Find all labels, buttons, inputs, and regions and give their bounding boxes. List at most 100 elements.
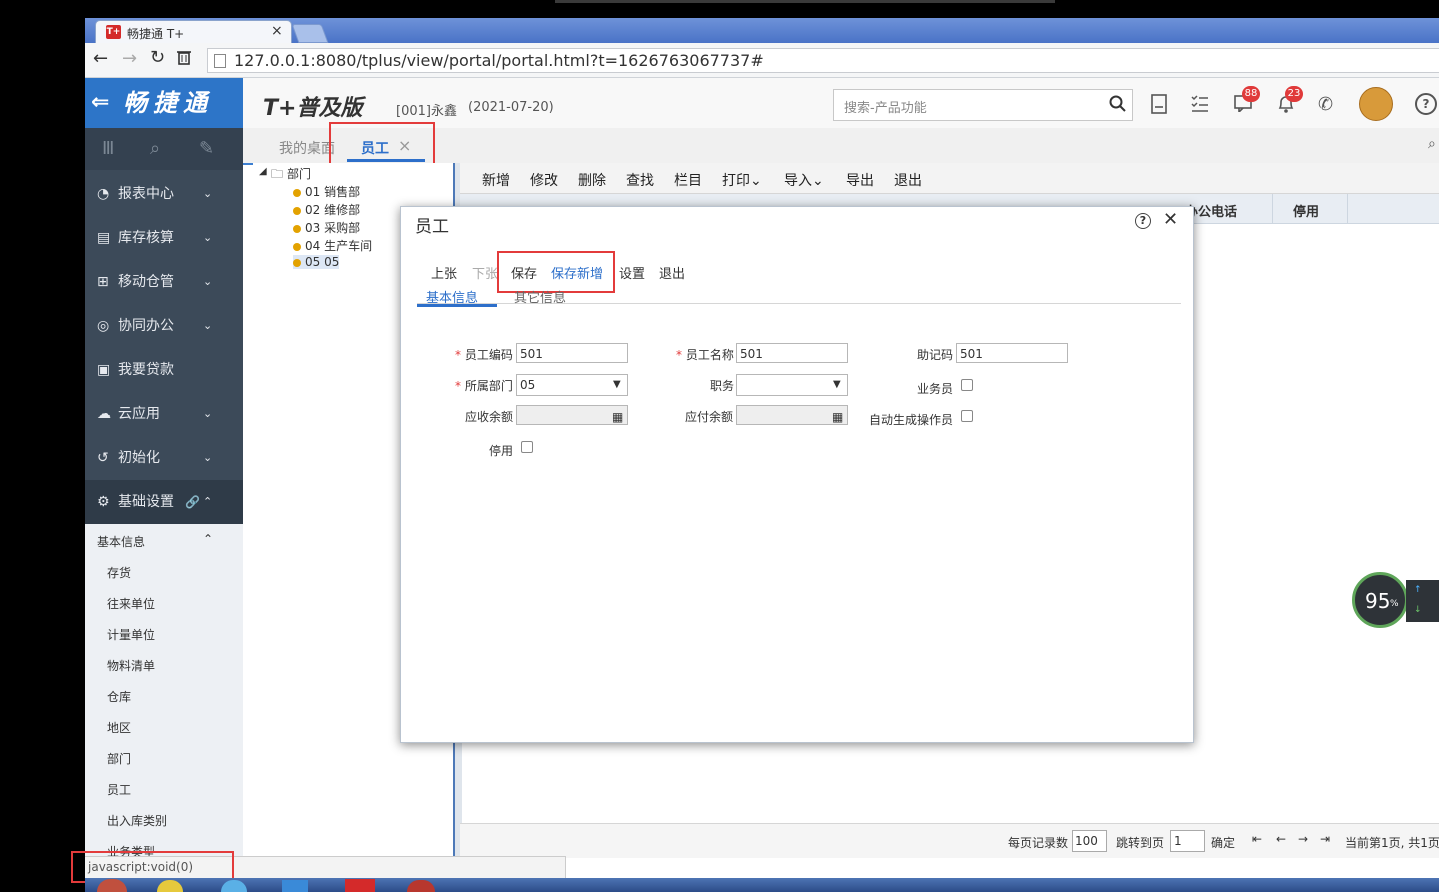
tree-collapse-icon[interactable]: ◢ — [259, 166, 267, 177]
reload-icon[interactable]: ↻ — [150, 47, 165, 68]
sub-item-region[interactable]: 地区 — [107, 719, 131, 736]
delete-button[interactable]: 删除 — [578, 170, 606, 190]
sidebar-item-init[interactable]: ↺ 初始化 ⌄ — [85, 436, 243, 480]
chevron-down-icon: ⌄ — [203, 187, 213, 200]
calculator-icon[interactable] — [1151, 94, 1167, 117]
ie-icon[interactable] — [221, 880, 247, 892]
sidebar-item-collab[interactable]: ◎ 协同办公 ⌄ — [85, 304, 243, 348]
prev-page-icon[interactable]: ← — [1276, 832, 1286, 846]
search-placeholder: 搜索-产品功能 — [844, 101, 927, 116]
salesman-checkbox[interactable] — [961, 379, 973, 391]
group-title[interactable]: 基本信息 — [97, 533, 145, 550]
sidebar-item-cloud[interactable]: ☁ 云应用 ⌄ — [85, 392, 243, 436]
first-page-icon[interactable]: ⇤ — [1252, 832, 1262, 846]
sub-item-stock[interactable]: 存货 — [107, 564, 131, 581]
folder-icon[interactable] — [282, 880, 308, 892]
print-button[interactable]: 打印⌄ — [722, 170, 762, 190]
sub-item-bom[interactable]: 物料清单 — [107, 657, 155, 674]
help-icon[interactable]: ? — [1415, 93, 1437, 115]
columns-button[interactable]: 栏目 — [674, 170, 702, 190]
tree-item[interactable]: 03 采购部 — [293, 219, 360, 236]
tab-home[interactable]: 我的桌面 — [279, 138, 335, 158]
browser-tab-title: 畅捷通 T+ — [127, 27, 185, 41]
close-tab-icon[interactable]: × — [271, 23, 283, 39]
tree-item[interactable]: 04 生产车间 — [293, 237, 372, 254]
account-name[interactable]: [001]永鑫 — [396, 100, 457, 119]
phone-icon[interactable]: ✆ — [1318, 94, 1333, 115]
start-orb-icon[interactable] — [97, 879, 127, 892]
message-badge: 88 — [1242, 86, 1260, 102]
sidebar-item-reports[interactable]: ◔ 报表中心 ⌄ — [85, 172, 243, 216]
calculator-icon[interactable]: ▦ — [612, 407, 623, 427]
find-button[interactable]: 查找 — [626, 170, 654, 190]
position-select[interactable]: ▼ — [736, 374, 848, 396]
next-page-icon[interactable]: → — [1298, 832, 1308, 846]
edit-doc-icon[interactable]: ✎ — [199, 138, 214, 159]
sub-item-employee[interactable]: 员工 — [107, 781, 131, 798]
employee-name-field[interactable]: 501 — [736, 343, 848, 363]
task-list-icon[interactable] — [1191, 94, 1209, 115]
settings-button[interactable]: 设置 — [619, 263, 645, 282]
app-icon[interactable] — [407, 880, 435, 892]
auto-operator-checkbox[interactable] — [961, 410, 973, 422]
goto-input[interactable]: 1 — [1170, 830, 1205, 852]
link-icon[interactable]: 🔗 — [185, 480, 200, 524]
back-icon[interactable]: ← — [93, 48, 108, 69]
next-record-button[interactable]: 下张 — [472, 263, 498, 282]
gear-icon: ⚙ — [97, 494, 110, 510]
sidebar-item-inventory[interactable]: ▤ 库存核算 ⌄ — [85, 216, 243, 260]
calculator-icon[interactable]: ▦ — [832, 407, 843, 427]
edit-button[interactable]: 修改 — [530, 170, 558, 190]
column-disabled[interactable]: 停用 — [1272, 194, 1348, 223]
trash-icon[interactable] — [177, 49, 191, 65]
sidebar-item-mobile[interactable]: ⊞ 移动仓管 ⌄ — [85, 260, 243, 304]
menu-columns-icon[interactable]: Ⅲ — [102, 138, 114, 159]
employee-code-field[interactable]: 501 — [516, 343, 628, 363]
per-page-input[interactable]: 100 — [1072, 830, 1107, 852]
browser-toolbar: ← → ↻ 127.0.0.1:8080/tplus/view/portal/p… — [85, 43, 1439, 78]
help-icon[interactable]: ? — [1135, 213, 1151, 229]
sub-item-warehouse[interactable]: 仓库 — [107, 688, 131, 705]
department-select[interactable]: 05 ▼ — [516, 374, 628, 396]
tab-other-info[interactable]: 其它信息 — [514, 287, 566, 306]
collapse-arrow-icon[interactable]: ⇐ — [91, 78, 109, 128]
logo[interactable]: ⇐ 畅捷通 — [85, 78, 243, 128]
grid-icon: ⊞ — [97, 274, 109, 290]
forward-icon[interactable]: → — [122, 48, 137, 69]
add-button[interactable]: 新增 — [482, 170, 510, 190]
export-button[interactable]: 导出 — [846, 170, 874, 190]
tree-root[interactable]: 部门 — [287, 165, 311, 182]
search-icon[interactable] — [1109, 95, 1127, 116]
new-tab-button[interactable] — [291, 24, 329, 43]
chrome-icon[interactable] — [157, 880, 183, 892]
tree-item-selected[interactable]: 05 05 — [293, 255, 340, 269]
search-doc-icon[interactable]: ⌕ — [150, 138, 160, 159]
search-box[interactable]: 搜索-产品功能 — [833, 89, 1133, 121]
close-icon[interactable]: ✕ — [1163, 209, 1178, 230]
last-page-icon[interactable]: ⇥ — [1320, 832, 1330, 846]
avatar[interactable] — [1359, 87, 1393, 121]
sub-item-io-category[interactable]: 出入库类别 — [107, 812, 167, 829]
search-icon[interactable]: ⌕ — [1428, 136, 1436, 152]
browser-tab[interactable]: T+ 畅捷通 T+ × — [95, 20, 292, 44]
browser-tabstrip: T+ 畅捷通 T+ × — [85, 18, 1439, 44]
tree-item[interactable]: 01 销售部 — [293, 183, 360, 200]
disabled-checkbox[interactable] — [521, 441, 533, 453]
sub-item-department[interactable]: 部门 — [107, 750, 131, 767]
exit-button[interactable]: 退出 — [659, 263, 685, 282]
sub-item-partners[interactable]: 往来单位 — [107, 595, 155, 612]
confirm-button[interactable]: 确定 — [1211, 834, 1235, 851]
sidebar-item-basic-settings[interactable]: ⚙ 基础设置 🔗 ⌃ — [85, 480, 243, 524]
address-bar[interactable]: 127.0.0.1:8080/tplus/view/portal/portal.… — [207, 48, 1439, 73]
prev-record-button[interactable]: 上张 — [431, 263, 457, 282]
chevron-up-icon[interactable]: ⌃ — [203, 532, 213, 546]
name-label: * 员工名称 — [676, 348, 734, 362]
performance-gauge[interactable]: 95 % — [1352, 572, 1408, 628]
mnemonic-field[interactable]: 501 — [956, 343, 1068, 363]
sub-item-units[interactable]: 计量单位 — [107, 626, 155, 643]
tplus-app-icon[interactable] — [345, 879, 375, 892]
import-button[interactable]: 导入⌄ — [784, 170, 824, 190]
sidebar-item-loan[interactable]: ▣ 我要贷款 — [85, 348, 243, 392]
exit-button[interactable]: 退出 — [894, 170, 922, 190]
tree-item[interactable]: 02 维修部 — [293, 201, 360, 218]
